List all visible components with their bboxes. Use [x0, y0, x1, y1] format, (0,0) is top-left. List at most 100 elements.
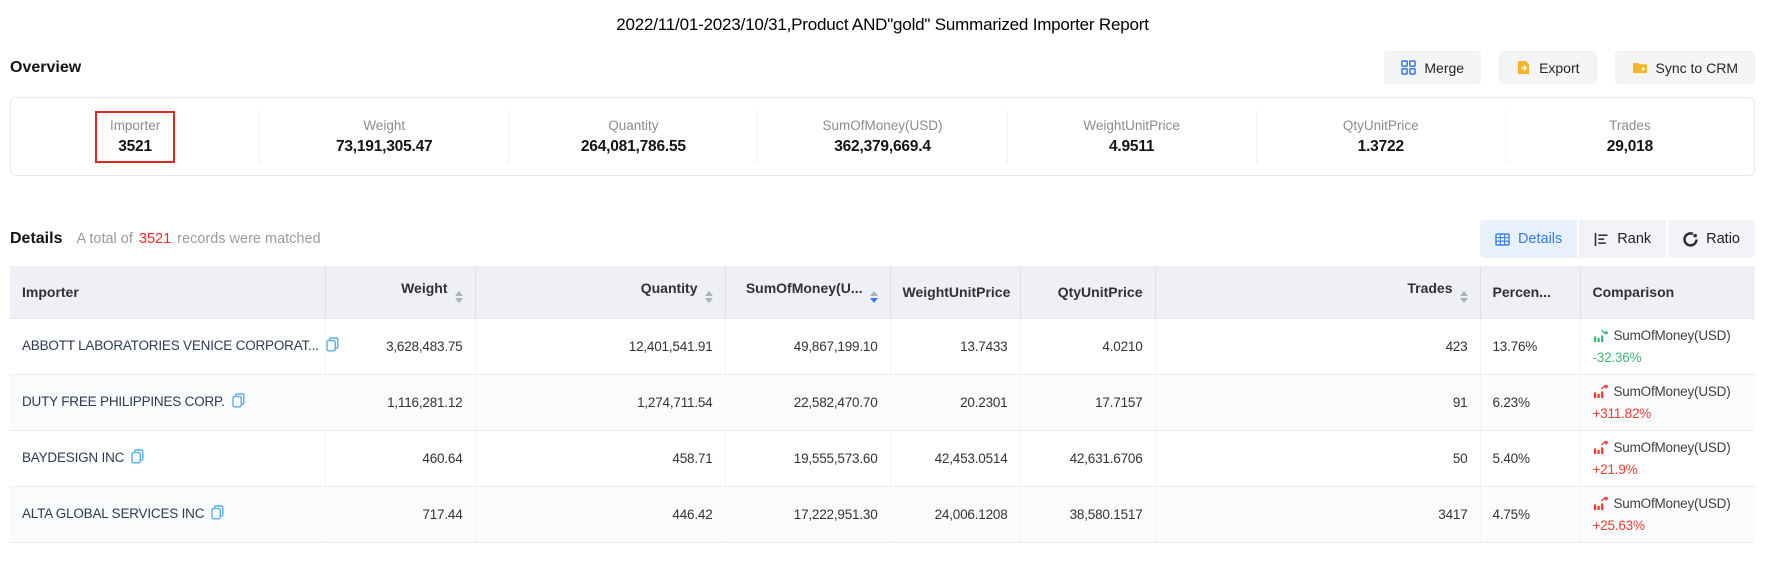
stat-value: 362,379,669.4	[822, 135, 942, 158]
copy-icon[interactable]	[131, 449, 144, 467]
tab-rank[interactable]: Rank	[1579, 220, 1666, 258]
col-importer: Importer	[10, 266, 325, 318]
sum-of-money-value: 19,555,573.60	[725, 430, 890, 486]
details-header-row: Details A total of3521records were match…	[10, 220, 1755, 258]
qty-unit-price-value: 4.0210	[1020, 318, 1155, 374]
col-sum-of-money[interactable]: SumOfMoney(U...	[725, 266, 890, 318]
tab-ratio[interactable]: Ratio	[1668, 220, 1755, 258]
weight-unit-price-value: 24,006.1208	[890, 486, 1020, 542]
importer-highlight-box: Importer 3521	[95, 111, 175, 163]
quantity-value: 1,274,711.54	[475, 374, 725, 430]
percent-value: 13.76%	[1480, 318, 1580, 374]
comparison-metric-label: SumOfMoney(USD)	[1614, 382, 1731, 402]
qty-unit-price-value: 17.7157	[1020, 374, 1155, 430]
sort-carets-icon[interactable]	[1460, 291, 1468, 303]
stat-weight: Weight 73,191,305.47	[259, 111, 508, 163]
importer-name[interactable]: BAYDESIGN INC	[22, 450, 124, 465]
overview-toolbar: Overview Merge Export	[10, 51, 1755, 84]
page-title: 2022/11/01-2023/10/31,Product AND"gold" …	[0, 0, 1765, 35]
stat-quantity: Quantity 264,081,786.55	[508, 111, 757, 163]
quantity-value: 458.71	[475, 430, 725, 486]
col-weight[interactable]: Weight	[325, 266, 475, 318]
trades-value: 91	[1155, 374, 1480, 430]
importer-name[interactable]: DUTY FREE PHILIPPINES CORP.	[22, 394, 225, 409]
comparison-cell: SumOfMoney(USD) +25.63%	[1593, 494, 1744, 535]
trades-value: 3417	[1155, 486, 1480, 542]
col-comparison: Comparison	[1580, 266, 1755, 318]
tab-details-label: Details	[1518, 231, 1562, 247]
view-tabs: Details Rank Ratio	[1480, 220, 1755, 258]
percent-value: 6.23%	[1480, 374, 1580, 430]
weight-unit-price-value: 13.7433	[890, 318, 1020, 374]
table-row: ALTA GLOBAL SERVICES INC 717.44 446.42 1…	[10, 486, 1755, 542]
tab-rank-label: Rank	[1617, 231, 1651, 247]
overview-heading: Overview	[10, 59, 81, 77]
col-weight-unit-price: WeightUnitPrice	[890, 266, 1020, 318]
stat-label: Weight	[336, 116, 433, 135]
stat-value: 73,191,305.47	[336, 135, 433, 158]
comparison-metric-label: SumOfMoney(USD)	[1614, 326, 1731, 346]
stat-label: Importer	[110, 116, 160, 135]
export-button[interactable]: Export	[1499, 51, 1596, 84]
stat-importer: Importer 3521	[11, 111, 259, 163]
tab-details[interactable]: Details	[1480, 220, 1577, 258]
col-qty-unit-price: QtyUnitPrice	[1020, 266, 1155, 318]
comparison-cell: SumOfMoney(USD) +311.82%	[1593, 382, 1744, 423]
sync-to-crm-button-label: Sync to CRM	[1656, 60, 1738, 76]
trend-down-icon	[1593, 328, 1608, 343]
importer-name[interactable]: ABBOTT LABORATORIES VENICE CORPORAT...	[22, 338, 319, 353]
col-quantity[interactable]: Quantity	[475, 266, 725, 318]
importer-name[interactable]: ALTA GLOBAL SERVICES INC	[22, 506, 204, 521]
weight-unit-price-value: 42,453.0514	[890, 430, 1020, 486]
weight-value: 1,116,281.12	[325, 374, 475, 430]
table-row: ABBOTT LABORATORIES VENICE CORPORAT... 3…	[10, 318, 1755, 374]
trend-up-icon	[1593, 440, 1608, 455]
export-button-label: Export	[1539, 60, 1579, 76]
stat-qty-unit-price: QtyUnitPrice 1.3722	[1256, 111, 1505, 163]
percent-value: 5.40%	[1480, 430, 1580, 486]
quantity-value: 12,401,541.91	[475, 318, 725, 374]
copy-icon[interactable]	[232, 393, 245, 411]
merge-button[interactable]: Merge	[1384, 51, 1481, 84]
stat-value: 1.3722	[1343, 135, 1419, 158]
stat-label: SumOfMoney(USD)	[822, 116, 942, 135]
stat-label: Trades	[1607, 116, 1653, 135]
weight-value: 717.44	[325, 486, 475, 542]
table-row: DUTY FREE PHILIPPINES CORP. 1,116,281.12…	[10, 374, 1755, 430]
sort-carets-icon[interactable]	[705, 291, 713, 303]
trend-up-icon	[1593, 496, 1608, 511]
stat-trades: Trades 29,018	[1505, 111, 1754, 163]
weight-unit-price-value: 20.2301	[890, 374, 1020, 430]
stat-sum-of-money: SumOfMoney(USD) 362,379,669.4	[757, 111, 1006, 163]
comparison-cell: SumOfMoney(USD) -32.36%	[1593, 326, 1744, 367]
copy-icon[interactable]	[326, 337, 339, 355]
tab-ratio-label: Ratio	[1706, 231, 1740, 247]
comparison-change-value: +21.9%	[1593, 460, 1744, 479]
sum-of-money-value: 17,222,951.30	[725, 486, 890, 542]
sort-carets-icon[interactable]	[455, 291, 463, 303]
records-matched-summary: A total of3521records were matched	[76, 231, 320, 247]
sort-carets-icon[interactable]	[870, 291, 878, 303]
stat-weight-unit-price: WeightUnitPrice 4.9511	[1007, 111, 1256, 163]
overview-stats-panel: Importer 3521 Weight 73,191,305.47 Quant…	[10, 97, 1755, 176]
sync-to-crm-button[interactable]: Sync to CRM	[1615, 51, 1755, 84]
toolbar-buttons: Merge Export Sync to CRM	[1366, 51, 1755, 84]
table-header-row: Importer Weight Quantity SumOfMoney(U...…	[10, 266, 1755, 318]
sum-of-money-value: 22,582,470.70	[725, 374, 890, 430]
table-row: BAYDESIGN INC 460.64 458.71 19,555,573.6…	[10, 430, 1755, 486]
copy-icon[interactable]	[211, 505, 224, 523]
comparison-change-value: -32.36%	[1593, 348, 1744, 367]
qty-unit-price-value: 38,580.1517	[1020, 486, 1155, 542]
stat-value: 264,081,786.55	[581, 135, 686, 158]
rank-bars-icon	[1594, 232, 1609, 247]
comparison-cell: SumOfMoney(USD) +21.9%	[1593, 438, 1744, 479]
trades-value: 423	[1155, 318, 1480, 374]
comparison-change-value: +311.82%	[1593, 404, 1744, 423]
comparison-change-value: +25.63%	[1593, 516, 1744, 535]
stat-label: WeightUnitPrice	[1083, 116, 1180, 135]
col-trades[interactable]: Trades	[1155, 266, 1480, 318]
trend-up-icon	[1593, 384, 1608, 399]
merge-button-label: Merge	[1424, 60, 1464, 76]
export-file-icon	[1516, 60, 1531, 75]
merge-grid-icon	[1401, 60, 1416, 75]
